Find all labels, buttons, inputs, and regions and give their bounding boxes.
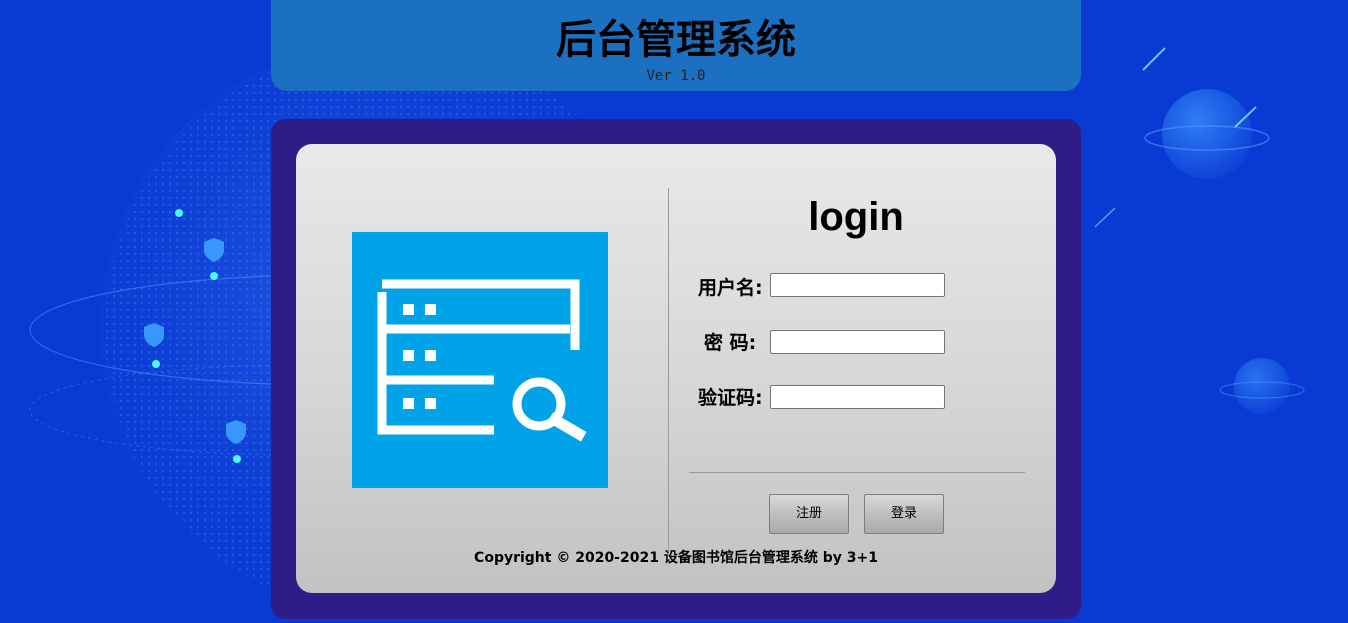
horizontal-divider xyxy=(689,472,1025,473)
password-input[interactable] xyxy=(770,330,945,354)
login-card: login 用户名: 密 码: 验证码: 注册 登录 Copyright © 2… xyxy=(296,144,1056,593)
server-search-icon xyxy=(352,232,608,488)
login-heading: login xyxy=(808,195,904,239)
register-button[interactable]: 注册 xyxy=(769,494,849,534)
vertical-divider xyxy=(668,188,669,554)
username-label: 用户名: xyxy=(698,277,763,299)
server-search-icon-graphic xyxy=(377,279,587,442)
password-label: 密 码: xyxy=(704,332,757,354)
header-banner: 后台管理系统 Ver 1.0 xyxy=(271,0,1081,91)
captcha-input[interactable] xyxy=(770,385,945,409)
copyright-footer: Copyright © 2020-2021 设备图书馆后台管理系统 by 3+1 xyxy=(474,550,878,566)
captcha-label: 验证码: xyxy=(698,387,763,409)
version-label: Ver 1.0 xyxy=(646,68,706,84)
login-panel: login 用户名: 密 码: 验证码: 注册 登录 Copyright © 2… xyxy=(271,119,1081,619)
page-title: 后台管理系统 xyxy=(556,17,796,63)
username-input[interactable] xyxy=(770,273,945,297)
login-button[interactable]: 登录 xyxy=(864,494,944,534)
